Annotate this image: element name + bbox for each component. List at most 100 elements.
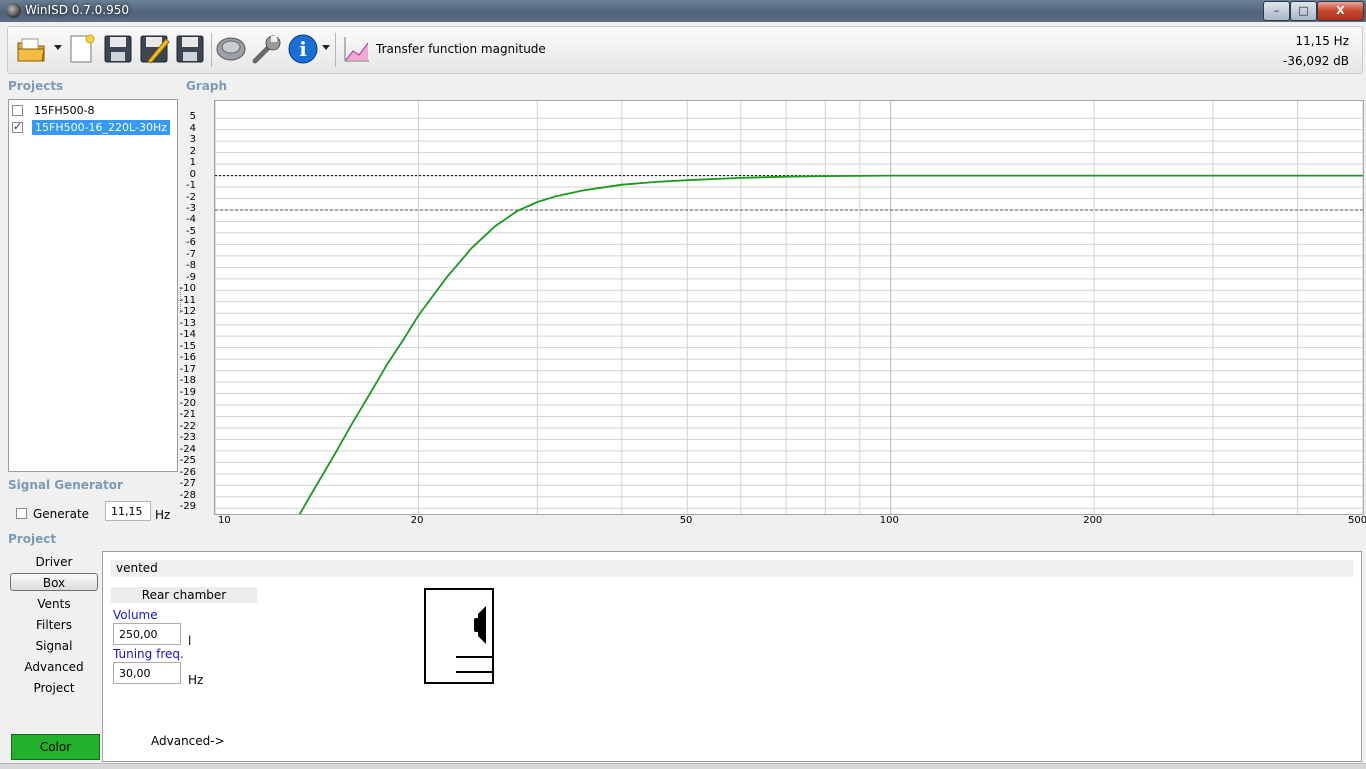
save-as-icon[interactable] — [174, 33, 206, 65]
y-tick-label: -5 — [186, 225, 196, 237]
y-tick-label: -2 — [186, 191, 196, 203]
x-tick-label: 50 — [679, 515, 693, 526]
color-button[interactable]: Color — [11, 734, 100, 760]
y-tick-label: -14 — [179, 329, 196, 341]
volume-label: Volume — [113, 608, 158, 622]
y-tick-label: 5 — [189, 111, 196, 123]
open-folder-icon[interactable] — [16, 33, 48, 65]
nav-box[interactable]: Box — [10, 573, 98, 591]
y-tick-label: -23 — [179, 432, 196, 444]
cursor-frequency-readout: 11,15 Hz — [1295, 34, 1350, 48]
y-tick-label: -17 — [179, 363, 196, 375]
x-tick-label: 20 — [410, 515, 424, 526]
rear-chamber-heading: Rear chamber — [111, 587, 257, 603]
new-document-icon[interactable] — [66, 33, 98, 65]
y-tick-label: -15 — [179, 340, 196, 352]
project-item[interactable]: 15FH500-8 — [12, 102, 97, 118]
edit-icon[interactable] — [138, 33, 170, 65]
save-icon[interactable] — [102, 33, 134, 65]
y-tick-label: -6 — [186, 237, 196, 249]
tuning-freq-unit: Hz — [188, 673, 204, 687]
graph-type-selector[interactable]: Transfer function magnitude — [376, 42, 546, 56]
generate-checkbox[interactable] — [16, 508, 27, 519]
maximize-button[interactable]: □ — [1290, 1, 1317, 21]
y-tick-label: -26 — [179, 466, 196, 478]
toolbar-separator — [335, 33, 336, 67]
info-icon[interactable]: i — [287, 33, 319, 65]
projects-list: 15FH500-8 15FH500-16_220L-30Hz — [8, 99, 178, 472]
y-tick-label: -20 — [179, 398, 196, 409]
y-tick-label: 2 — [189, 145, 196, 157]
nav-advanced[interactable]: Advanced — [10, 658, 98, 676]
box-diagram — [424, 588, 496, 689]
minimize-button[interactable]: – — [1263, 1, 1290, 21]
signal-generator-heading: Signal Generator — [8, 478, 123, 492]
nav-vents[interactable]: Vents — [10, 595, 98, 613]
open-dropdown-chevron-icon[interactable] — [54, 45, 62, 50]
y-tick-label: 3 — [189, 134, 196, 146]
y-tick-label: 1 — [189, 157, 196, 169]
y-tick-label: -12 — [179, 306, 196, 318]
tuning-freq-label: Tuning freq. — [113, 647, 184, 661]
info-dropdown-chevron-icon[interactable] — [322, 45, 330, 50]
project-name: 15FH500-16_220L-30Hz — [32, 119, 170, 135]
box-type-selector[interactable]: vented — [111, 560, 1353, 577]
y-tick-label: 4 — [189, 122, 196, 134]
nav-project[interactable]: Project — [10, 679, 98, 697]
status-strip — [0, 763, 1366, 769]
y-tick-label: -22 — [179, 420, 196, 432]
y-tick-label: -24 — [179, 443, 196, 455]
volume-unit: l — [188, 634, 192, 648]
wrench-icon[interactable] — [251, 33, 283, 65]
speaker-icon[interactable] — [215, 33, 247, 65]
project-item[interactable]: 15FH500-16_220L-30Hz — [12, 119, 170, 135]
svg-text:i: i — [299, 37, 307, 61]
project-checkbox[interactable] — [12, 104, 23, 116]
project-checkbox[interactable] — [12, 120, 23, 133]
graph-plot-area[interactable] — [214, 100, 1364, 515]
signal-frequency-unit: Hz — [155, 508, 171, 522]
y-tick-label: -10 — [179, 283, 196, 295]
y-tick-label: 0 — [189, 168, 196, 180]
y-tick-label: -4 — [186, 214, 196, 226]
y-tick-label: -25 — [179, 455, 196, 467]
project-name: 15FH500-8 — [34, 103, 95, 117]
y-tick-label: -19 — [179, 386, 196, 398]
tuning-freq-input[interactable]: 30,00 — [113, 662, 181, 684]
toolbar-separator — [211, 33, 212, 67]
app-icon — [6, 3, 21, 18]
close-button[interactable]: X — [1317, 1, 1364, 21]
box-panel: vented Rear chamber Volume 250,00 l Tuni… — [102, 551, 1362, 762]
advanced-link[interactable]: Advanced-> — [151, 734, 225, 748]
response-curve — [298, 174, 1363, 514]
nav-driver[interactable]: Driver — [10, 553, 98, 571]
y-tick-label: -18 — [179, 375, 196, 387]
x-tick-label: 10 — [218, 515, 231, 526]
cursor-level-readout: -36,092 dB — [1283, 54, 1349, 68]
x-tick-label: 500 — [1348, 515, 1366, 526]
y-tick-label: -13 — [179, 317, 196, 329]
transfer-function-chart — [215, 101, 1363, 514]
signal-frequency-input[interactable]: 11,15 — [105, 501, 151, 521]
project-heading: Project — [8, 532, 57, 546]
x-tick-label: 100 — [879, 515, 899, 526]
title-bar — [0, 0, 1366, 22]
y-tick-label: -8 — [186, 260, 196, 272]
volume-input[interactable]: 250,00 — [113, 623, 181, 645]
y-tick-label: -21 — [179, 409, 196, 421]
y-tick-label: -9 — [186, 271, 196, 283]
projects-heading: Projects — [8, 79, 64, 93]
y-tick-label: -29 — [179, 501, 196, 513]
nav-signal[interactable]: Signal — [10, 637, 98, 655]
y-tick-label: -27 — [179, 478, 196, 490]
graph-icon[interactable] — [341, 33, 373, 65]
x-tick-label: 200 — [1083, 515, 1103, 526]
y-tick-label: -3 — [186, 202, 196, 214]
nav-filters[interactable]: Filters — [10, 616, 98, 634]
y-tick-label: -1 — [186, 180, 196, 192]
graph-heading: Graph — [186, 79, 227, 93]
y-tick-label: -28 — [179, 489, 196, 501]
window-title: WinISD 0.7.0.950 — [25, 3, 130, 17]
y-tick-label: -7 — [186, 248, 196, 260]
toolbar: i Transfer function magnitude 11,15 Hz -… — [7, 26, 1363, 74]
